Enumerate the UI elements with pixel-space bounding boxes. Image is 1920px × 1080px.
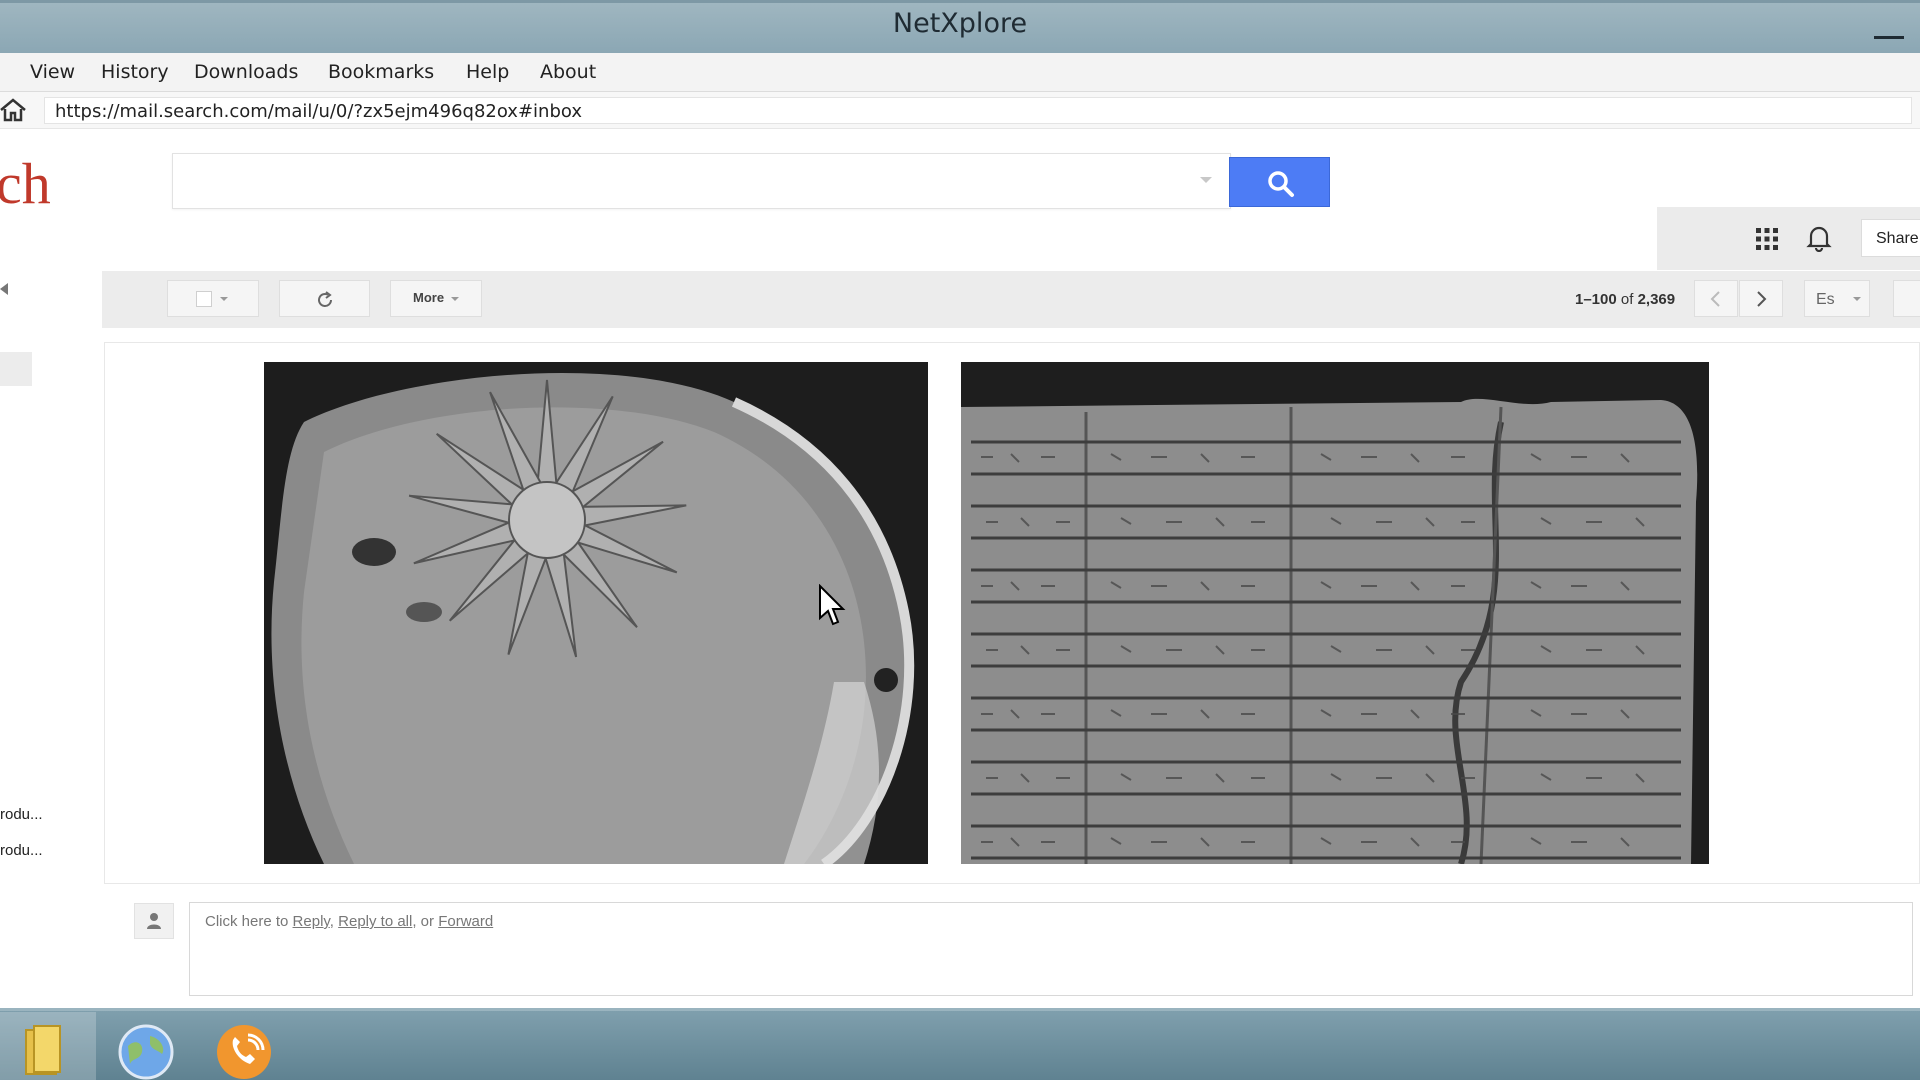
window-title: NetXplore xyxy=(892,8,1028,39)
select-checkbox-button[interactable] xyxy=(167,280,259,317)
forward-link[interactable]: Forward xyxy=(438,913,493,930)
share-button[interactable]: Share xyxy=(1861,219,1920,257)
home-icon[interactable] xyxy=(0,98,26,122)
pager-range: 1–100 xyxy=(1575,291,1617,308)
reply-prompt: Click here to Reply, Reply to all, or Fo… xyxy=(205,913,493,930)
pager-count: 1–100 of 2,369 xyxy=(1575,291,1675,308)
chevron-down-icon xyxy=(220,297,228,301)
checkbox-icon xyxy=(196,291,212,307)
person-icon xyxy=(147,913,161,929)
chevron-left-icon xyxy=(1710,291,1720,307)
url-field[interactable]: https://mail.search.com/mail/u/0/?zx5ejm… xyxy=(44,97,1912,124)
phone-app-icon[interactable] xyxy=(214,1024,274,1080)
menu-bookmarks[interactable]: Bookmarks xyxy=(328,61,434,83)
more-label: More xyxy=(413,290,445,305)
file-explorer-icon[interactable] xyxy=(22,1024,64,1076)
menu-help[interactable]: Help xyxy=(466,61,509,83)
apps-grid-icon[interactable] xyxy=(1754,226,1780,252)
refresh-button[interactable] xyxy=(279,280,370,317)
search-button[interactable] xyxy=(1229,157,1330,207)
reply-separator: , xyxy=(329,913,339,930)
pager-of: of xyxy=(1620,291,1634,308)
minimize-icon xyxy=(1874,36,1904,39)
chevron-down-icon xyxy=(451,297,459,301)
menu-history[interactable]: History xyxy=(101,61,169,83)
taskbar xyxy=(0,1008,1920,1080)
chevron-down-icon xyxy=(1853,297,1861,301)
logo: ch xyxy=(0,151,51,216)
older-button[interactable] xyxy=(1739,280,1783,317)
avatar xyxy=(134,903,174,939)
sidebar-selected-item[interactable] xyxy=(0,352,32,386)
reply-link[interactable]: Reply xyxy=(293,913,330,930)
search-icon xyxy=(1268,171,1294,197)
reply-all-link[interactable]: Reply to all xyxy=(338,913,412,930)
menu-about[interactable]: About xyxy=(540,61,596,83)
chevron-right-icon xyxy=(1757,291,1767,307)
settings-button[interactable] xyxy=(1893,280,1920,317)
input-tools-label: Es xyxy=(1816,291,1835,308)
sidebar-item[interactable]: rodu... xyxy=(0,842,43,859)
more-button[interactable]: More xyxy=(390,280,482,317)
search-input[interactable] xyxy=(172,153,1231,209)
reply-prefix: Click here to xyxy=(205,913,293,930)
refresh-icon xyxy=(318,291,332,307)
pager-total: 2,369 xyxy=(1637,291,1676,308)
menu-bar: View History Downloads Bookmarks Help Ab… xyxy=(0,53,1920,92)
browser-globe-icon[interactable] xyxy=(118,1024,174,1080)
notifications-bell-icon[interactable] xyxy=(1806,224,1832,252)
input-tools-button[interactable]: Es xyxy=(1804,280,1870,317)
chevron-down-icon[interactable] xyxy=(1200,177,1212,183)
cuneiform-tablet-icon[interactable] xyxy=(961,362,1709,864)
mouse-cursor-icon xyxy=(819,584,846,626)
minimize-button[interactable] xyxy=(1868,14,1908,42)
reply-separator: , or xyxy=(412,913,439,930)
address-bar: https://mail.search.com/mail/u/0/?zx5ejm… xyxy=(0,92,1920,129)
sidebar-item[interactable]: rodu... xyxy=(0,806,43,823)
menu-downloads[interactable]: Downloads xyxy=(194,61,298,83)
url-text: https://mail.search.com/mail/u/0/?zx5ejm… xyxy=(55,101,582,122)
menu-view[interactable]: View xyxy=(30,61,75,83)
sidebar-caret-icon[interactable] xyxy=(0,283,8,295)
newer-button[interactable] xyxy=(1694,280,1738,317)
